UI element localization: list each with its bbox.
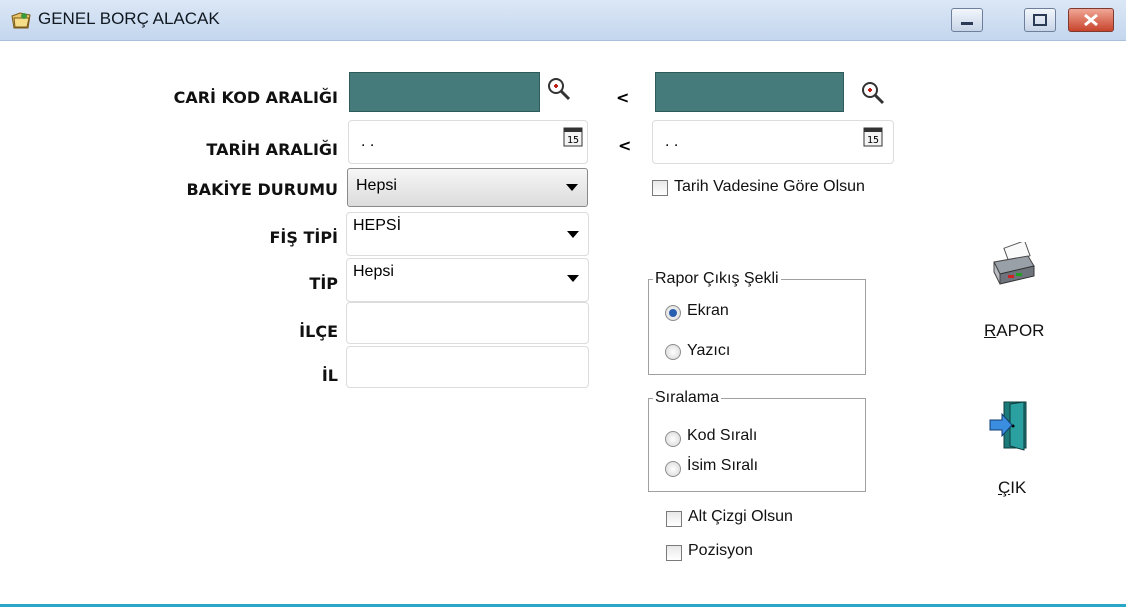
cari-kod-from-search-icon[interactable] bbox=[546, 76, 574, 104]
range-separator: < bbox=[616, 88, 630, 107]
range-separator-2: < bbox=[618, 136, 632, 155]
tarih-vade-label: Tarih Vadesine Göre Olsun bbox=[674, 178, 865, 195]
pozisyon-label: Pozisyon bbox=[688, 542, 753, 559]
kod-sirali-radio[interactable] bbox=[665, 431, 681, 447]
tarih-to-calendar-button[interactable]: 15 bbox=[863, 127, 883, 147]
ilce-label: İLÇE bbox=[299, 322, 338, 341]
chevron-down-icon bbox=[566, 184, 578, 191]
rapor-cikis-title: Rapor Çıkış Şekli bbox=[653, 270, 781, 288]
bottom-border bbox=[0, 604, 1126, 607]
close-icon bbox=[1084, 13, 1098, 27]
tarih-label: TARİH ARALIĞI bbox=[206, 140, 338, 159]
maximize-button[interactable] bbox=[1024, 8, 1056, 32]
tarih-vade-checkbox[interactable] bbox=[652, 180, 668, 196]
svg-text:15: 15 bbox=[567, 135, 579, 146]
cari-kod-label: CARİ KOD ARALIĞI bbox=[173, 88, 338, 107]
tarih-from-input[interactable]: . . 15 bbox=[348, 120, 588, 164]
bakiye-select[interactable]: Hepsi bbox=[347, 168, 588, 207]
close-button[interactable] bbox=[1068, 8, 1114, 32]
ekran-radio[interactable] bbox=[665, 305, 681, 321]
il-label: İL bbox=[321, 366, 338, 385]
ilce-input[interactable] bbox=[346, 302, 589, 344]
pozisyon-checkbox[interactable] bbox=[666, 545, 682, 561]
window-title: GENEL BORÇ ALACAK bbox=[38, 9, 220, 28]
ekran-label: Ekran bbox=[687, 302, 729, 319]
minimize-button[interactable] bbox=[951, 8, 983, 32]
exit-door-icon bbox=[989, 401, 1027, 451]
fis-tipi-select[interactable]: HEPSİ bbox=[346, 212, 589, 256]
chevron-down-icon bbox=[567, 231, 579, 238]
tarih-to-input[interactable]: . . 15 bbox=[652, 120, 894, 164]
cari-kod-from-input[interactable] bbox=[349, 72, 540, 112]
siralama-title: Sıralama bbox=[653, 389, 722, 407]
rapor-button[interactable]: RAPOR bbox=[982, 240, 1072, 340]
cari-kod-to-search-icon[interactable] bbox=[860, 80, 888, 108]
printer-icon bbox=[993, 242, 1035, 285]
chevron-down-icon bbox=[567, 275, 579, 282]
calendar-icon: 15 bbox=[863, 127, 883, 147]
fis-tipi-label: FİŞ TİPİ bbox=[269, 228, 338, 247]
cik-button[interactable]: ÇIK bbox=[984, 400, 1044, 500]
yazici-radio[interactable] bbox=[665, 344, 681, 360]
siralama-group: Sıralama Kod Sıralı İsim Sıralı bbox=[648, 389, 866, 492]
isim-sirali-radio[interactable] bbox=[665, 461, 681, 477]
svg-text:15: 15 bbox=[867, 135, 879, 146]
il-input[interactable] bbox=[346, 346, 589, 388]
alt-cizgi-checkbox[interactable] bbox=[666, 511, 682, 527]
yazici-label: Yazıcı bbox=[687, 342, 731, 359]
tip-label: TİP bbox=[309, 274, 338, 293]
app-folder-icon bbox=[11, 12, 31, 29]
calendar-icon: 15 bbox=[563, 127, 583, 147]
kod-sirali-label: Kod Sıralı bbox=[687, 427, 758, 444]
rapor-cikis-group: Rapor Çıkış Şekli Ekran Yazıcı bbox=[648, 270, 866, 375]
bakiye-label: BAKİYE DURUMU bbox=[186, 180, 338, 199]
tarih-from-calendar-button[interactable]: 15 bbox=[563, 127, 583, 147]
minimize-icon bbox=[961, 22, 973, 25]
alt-cizgi-label: Alt Çizgi Olsun bbox=[688, 508, 793, 525]
isim-sirali-label: İsim Sıralı bbox=[687, 457, 759, 474]
title-bar: GENEL BORÇ ALACAK bbox=[0, 0, 1126, 41]
cari-kod-to-input[interactable] bbox=[655, 72, 844, 112]
tip-select[interactable]: Hepsi bbox=[346, 258, 589, 302]
radio-selected-dot bbox=[669, 309, 677, 317]
maximize-icon bbox=[1033, 14, 1047, 26]
